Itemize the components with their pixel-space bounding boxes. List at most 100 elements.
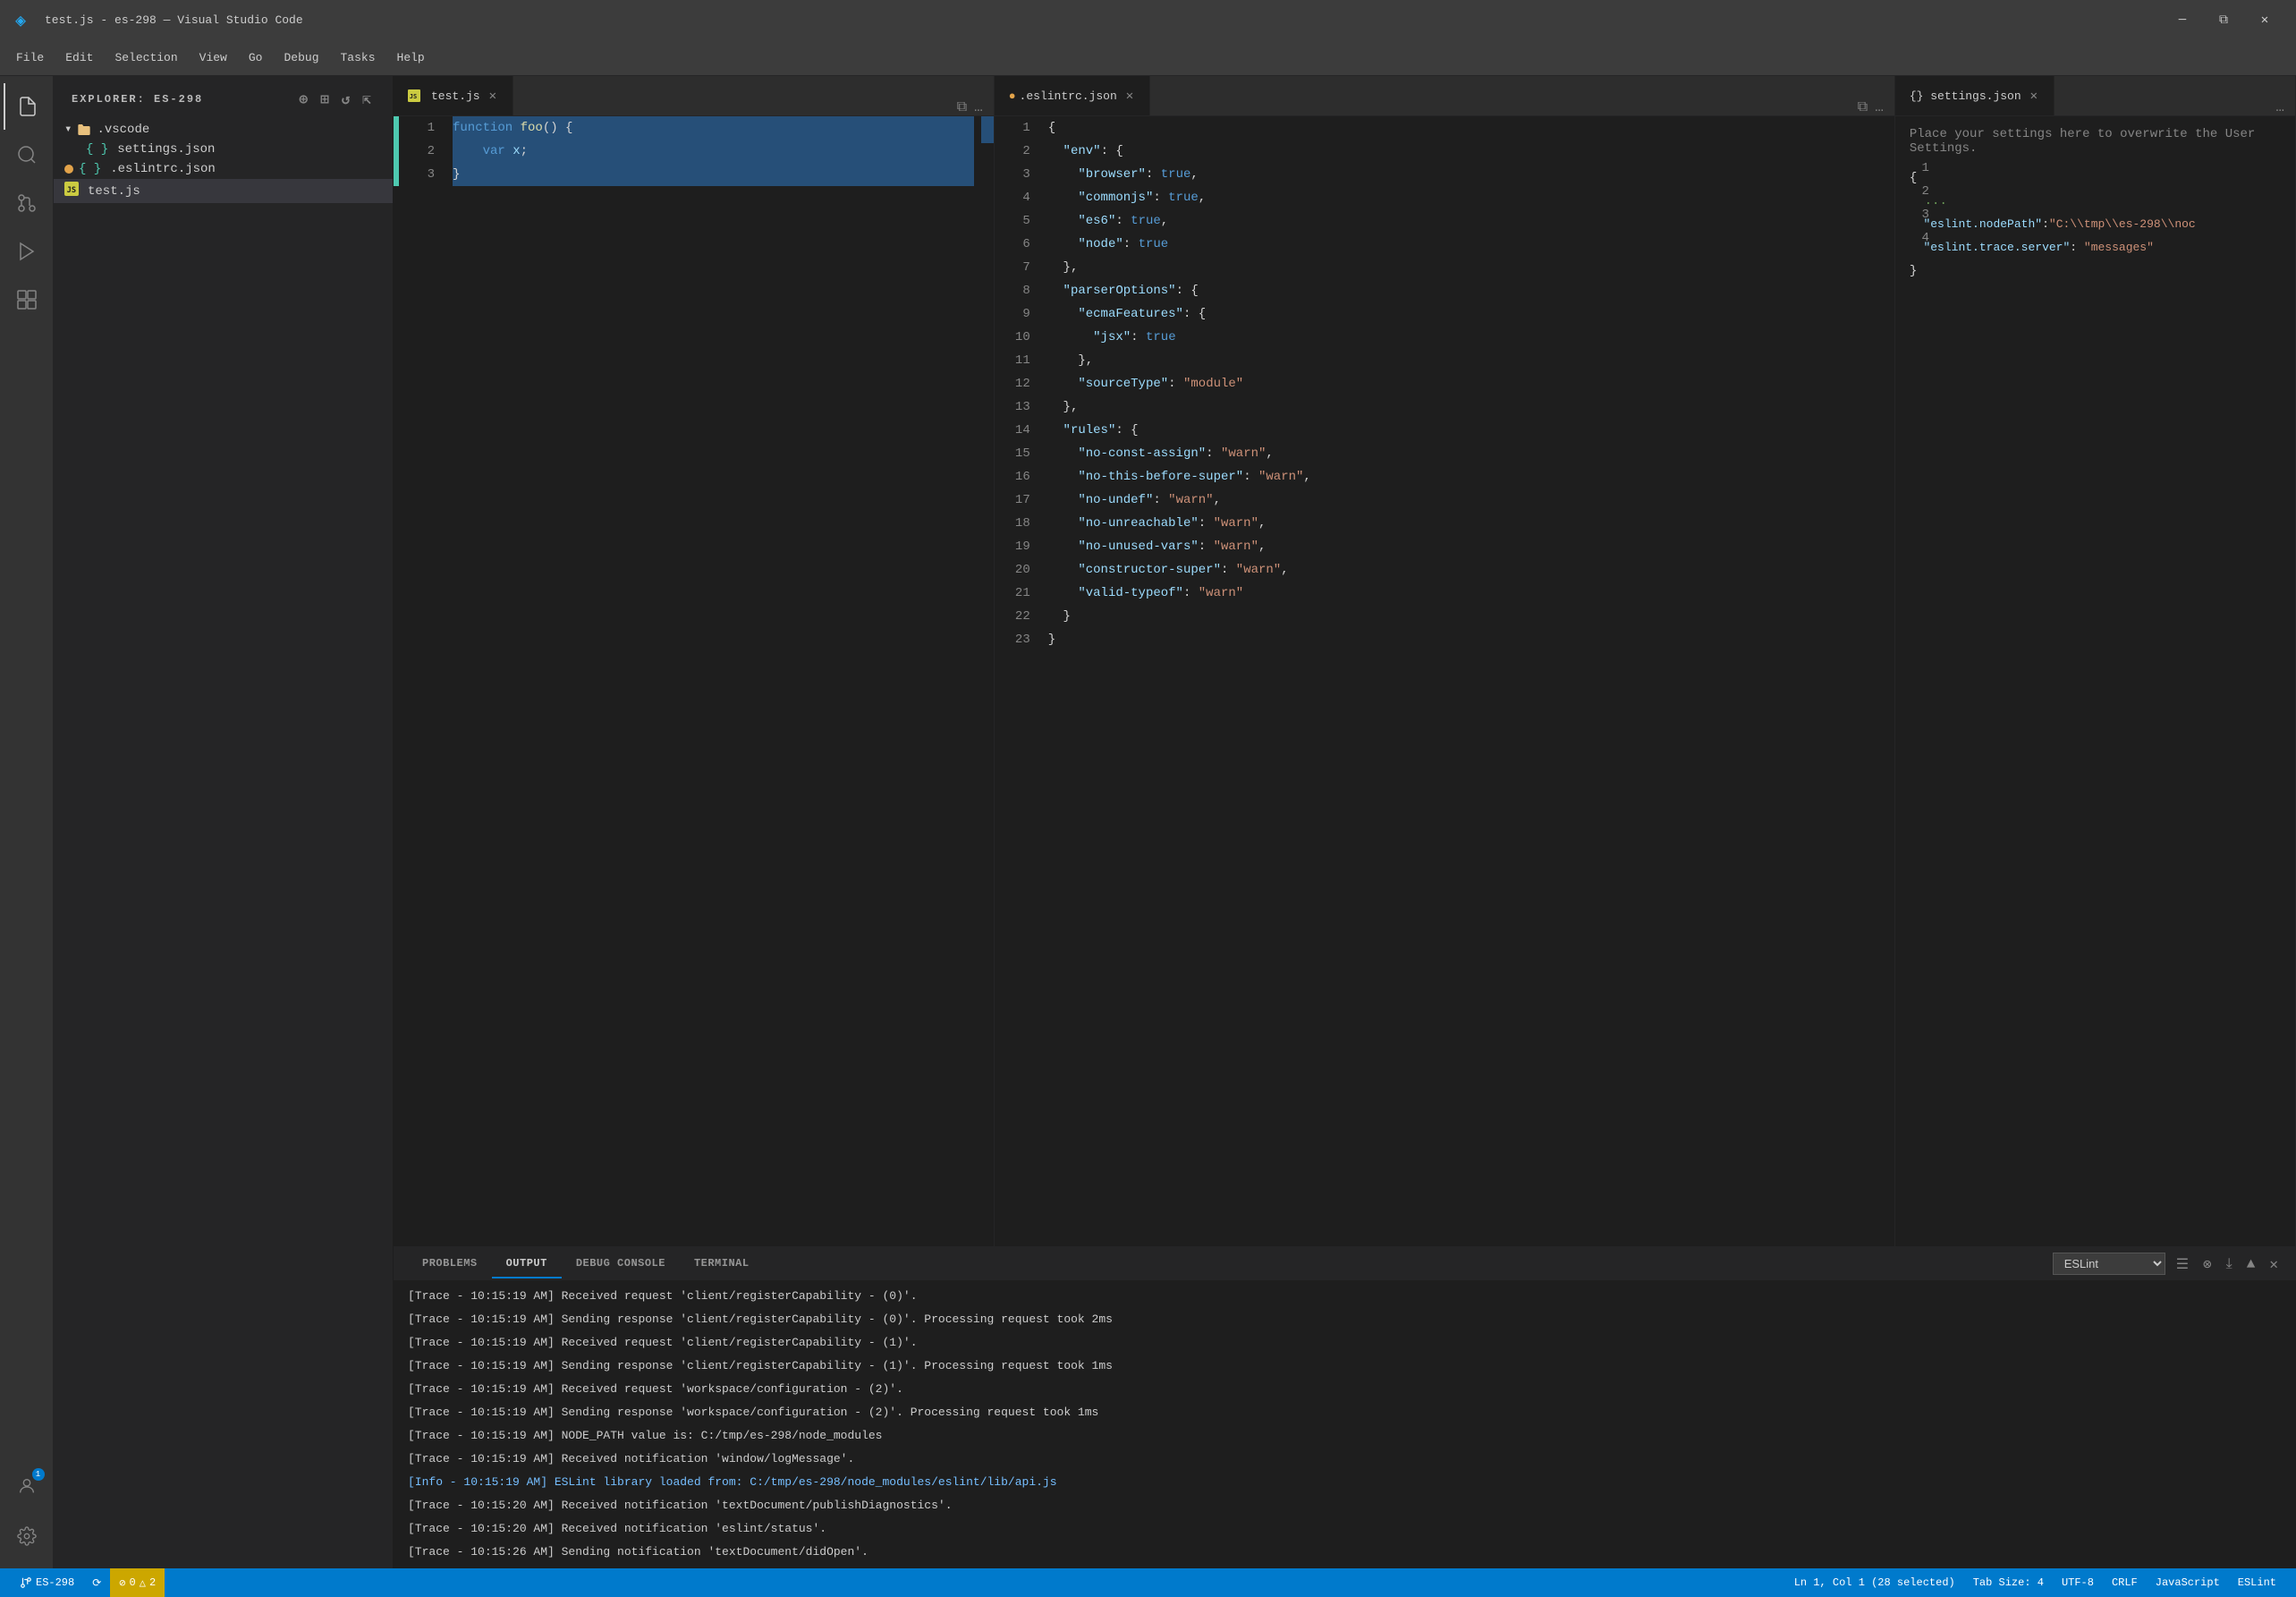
eslint-line-22: } [1048, 605, 1878, 628]
menu-debug[interactable]: Debug [275, 47, 327, 68]
tab-settings-json[interactable]: {} settings.json ✕ [1895, 76, 2055, 115]
editor-3-content: Place your settings here to overwrite th… [1895, 116, 2295, 1246]
git-activity-icon[interactable] [4, 180, 50, 226]
eslint-line-17: "no-undef": "warn", [1048, 488, 1878, 512]
menu-view[interactable]: View [191, 47, 236, 68]
modified-dot-icon [64, 165, 73, 174]
editor-1-content: 1 2 3 function foo() { var x; } [394, 116, 994, 1246]
eslint-line-10: "jsx": true [1048, 326, 1878, 349]
eslint-label: ESLint [2238, 1576, 2276, 1589]
accounts-activity-icon[interactable]: 1 [4, 1463, 50, 1509]
panel-clear-icon[interactable]: ⊗ [2199, 1252, 2216, 1277]
menu-help[interactable]: Help [388, 47, 434, 68]
panel-maximize-icon[interactable]: ▲ [2243, 1253, 2259, 1276]
error-count: 0 [130, 1576, 136, 1589]
more-actions-icon-3[interactable]: … [2275, 99, 2284, 115]
activity-bar-bottom: 1 [4, 1463, 50, 1561]
eslint-line-5: "es6": true, [1048, 209, 1878, 233]
status-tab-size[interactable]: Tab Size: 4 [1964, 1568, 2053, 1597]
panel-content[interactable]: [Trace - 10:15:19 AM] Received request '… [394, 1281, 2296, 1568]
tab-output[interactable]: OUTPUT [492, 1250, 562, 1278]
eslint-line-8: "parserOptions": { [1048, 279, 1878, 302]
settings-line-5: } [1910, 259, 2281, 283]
new-folder-icon[interactable]: ⊞ [318, 89, 333, 110]
vscode-folder-label: .vscode [97, 123, 149, 137]
editor-area: JS test.js ✕ ⧉ … [394, 76, 2296, 1568]
tab-test-js[interactable]: JS test.js ✕ [394, 76, 513, 115]
eslint-line-18: "no-unreachable": "warn", [1048, 512, 1878, 535]
tab-eslintrc-json[interactable]: ● .eslintrc.json ✕ [995, 76, 1150, 115]
tab-actions-1: ⧉ … [946, 99, 994, 115]
collapse-all-icon[interactable]: ⇱ [360, 89, 375, 110]
split-editor-icon-2[interactable]: ⧉ [1858, 99, 1868, 115]
status-warnings[interactable]: ⊘ 0 △ 2 [110, 1568, 165, 1597]
split-editor-icon[interactable]: ⧉ [957, 99, 967, 115]
more-actions-icon[interactable]: … [974, 99, 983, 115]
window-controls[interactable]: ─ ⧉ ✕ [2162, 0, 2285, 40]
tab-settings-label: {} settings.json [1910, 89, 2021, 103]
menu-bar: File Edit Selection View Go Debug Tasks … [0, 40, 2296, 76]
more-actions-icon-2[interactable]: … [1875, 99, 1884, 115]
minimize-button[interactable]: ─ [2162, 0, 2203, 40]
status-branch[interactable]: ES-298 [11, 1568, 83, 1597]
menu-selection[interactable]: Selection [106, 47, 186, 68]
eslintrc-json-label: .eslintrc.json [110, 162, 216, 176]
tab-eslintrc-close[interactable]: ✕ [1124, 87, 1135, 106]
sidebar-item-vscode-folder[interactable]: ▾ .vscode [54, 119, 393, 140]
panel-actions: ESLint Extension Host Git ☰ ⊗ ⤓ ▲ ✕ [2053, 1252, 2282, 1277]
menu-go[interactable]: Go [240, 47, 272, 68]
editor-panel-1: JS test.js ✕ ⧉ … [394, 76, 995, 1246]
eslint-line-21: "valid-typeof": "warn" [1048, 582, 1878, 605]
extensions-activity-icon[interactable] [4, 276, 50, 323]
eslint-line-12: "sourceType": "module" [1048, 372, 1878, 395]
output-source-select[interactable]: ESLint Extension Host Git [2053, 1253, 2165, 1275]
code-line-3: } [453, 163, 974, 186]
sidebar-item-settings-json[interactable]: { } settings.json [54, 140, 393, 159]
tab-size-label: Tab Size: 4 [1973, 1576, 2044, 1589]
settings-line-2: ... [1910, 190, 2281, 213]
test-js-label: test.js [88, 184, 140, 199]
code-area-1[interactable]: function foo() { var x; } [445, 116, 981, 1246]
menu-tasks[interactable]: Tasks [332, 47, 385, 68]
status-encoding[interactable]: UTF-8 [2053, 1568, 2103, 1597]
panel-list-icon[interactable]: ☰ [2173, 1252, 2192, 1277]
settings-code: { ... "eslint.nodePath": "C:\\tmp\\es-29… [1910, 166, 2281, 283]
panel-tabs: PROBLEMS OUTPUT DEBUG CONSOLE TERMINAL E… [394, 1247, 2296, 1281]
refresh-icon[interactable]: ↺ [340, 89, 354, 110]
eslint-line-23: } [1048, 628, 1878, 651]
svg-text:JS: JS [410, 93, 417, 100]
status-eslint[interactable]: ESLint [2229, 1568, 2285, 1597]
status-line-ending[interactable]: CRLF [2103, 1568, 2147, 1597]
eslint-line-1: { [1048, 116, 1878, 140]
minimap-1 [981, 116, 994, 1246]
editor-1-tabs: JS test.js ✕ ⧉ … [394, 76, 994, 116]
status-right: Ln 1, Col 1 (28 selected) Tab Size: 4 UT… [1785, 1568, 2285, 1597]
tab-test-js-label: test.js [431, 89, 480, 103]
tab-problems[interactable]: PROBLEMS [408, 1250, 492, 1278]
new-file-icon[interactable]: ⊕ [297, 89, 311, 110]
editor-2-content: 12345 678910 1112131415 1617181920 21222… [995, 116, 1894, 1246]
panel-scroll-lock-icon[interactable]: ⤓ [2223, 1253, 2236, 1276]
sidebar-item-test-js[interactable]: JS test.js [54, 179, 393, 203]
debug-activity-icon[interactable] [4, 228, 50, 275]
title-bar: ◈ test.js - es-298 — Visual Studio Code … [0, 0, 2296, 40]
search-activity-icon[interactable] [4, 132, 50, 178]
tab-terminal[interactable]: TERMINAL [680, 1250, 764, 1278]
menu-edit[interactable]: Edit [56, 47, 102, 68]
tab-settings-close[interactable]: ✕ [2029, 87, 2039, 106]
panel-close-icon[interactable]: ✕ [2266, 1252, 2282, 1277]
menu-file[interactable]: File [7, 47, 53, 68]
status-cursor[interactable]: Ln 1, Col 1 (28 selected) [1785, 1568, 1964, 1597]
explorer-activity-icon[interactable] [4, 83, 50, 130]
status-sync[interactable]: ⟳ [83, 1568, 110, 1597]
sidebar-item-eslintrc-json[interactable]: { } .eslintrc.json [54, 159, 393, 179]
maximize-button[interactable]: ⧉ [2203, 0, 2244, 40]
tab-debug-console[interactable]: DEBUG CONSOLE [562, 1250, 680, 1278]
tab-test-js-close[interactable]: ✕ [487, 87, 498, 106]
status-language[interactable]: JavaScript [2147, 1568, 2229, 1597]
eslint-line-4: "commonjs": true, [1048, 186, 1878, 209]
sidebar: EXPLORER: ES-298 ⊕ ⊞ ↺ ⇱ ▾ .vscode { } s… [54, 76, 394, 1568]
close-button[interactable]: ✕ [2244, 0, 2285, 40]
settings-activity-icon[interactable] [4, 1513, 50, 1559]
code-area-2[interactable]: { "env": { "browser": true, "commonjs": … [1041, 116, 1885, 1246]
